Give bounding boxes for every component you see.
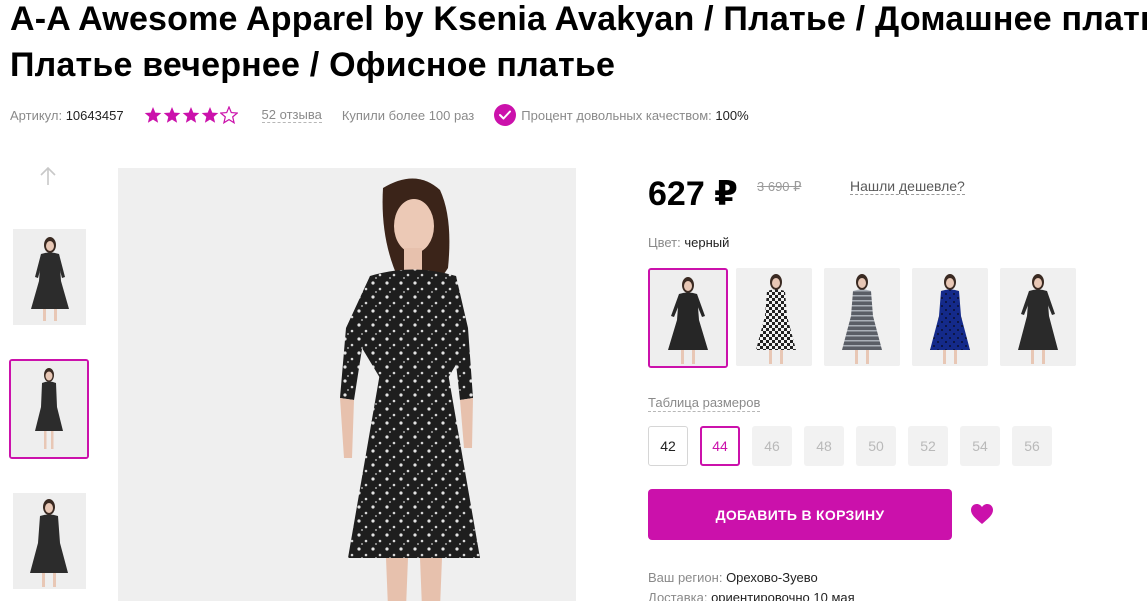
old-price: 3 690 ₽ xyxy=(757,179,802,194)
color-label: Цвет: черный xyxy=(648,235,729,250)
color-label-text: Цвет: xyxy=(648,235,681,250)
size-option-52: 52 xyxy=(908,426,948,466)
size-option-46: 46 xyxy=(752,426,792,466)
thumbnail-2[interactable] xyxy=(9,359,89,459)
size-option-48: 48 xyxy=(804,426,844,466)
article-label: Артикул: xyxy=(10,107,63,123)
bought-count: Купили более 100 раз xyxy=(341,107,475,123)
size-option-56: 56 xyxy=(1012,426,1052,466)
main-product-photo[interactable] xyxy=(118,168,576,601)
product-title-line-2: Платье вечернее / Офисное платье xyxy=(10,46,616,84)
size-option-42[interactable]: 42 xyxy=(648,426,688,466)
check-icon xyxy=(494,104,517,126)
product-title: A-A Awesome Apparel by Ksenia Avakyan / … xyxy=(10,0,1147,88)
delivery-label: Доставка: xyxy=(648,590,708,601)
thumbnail-1[interactable] xyxy=(13,229,86,325)
size-table-link[interactable]: Таблица размеров xyxy=(648,395,761,412)
rating-stars xyxy=(144,106,238,124)
color-swatches xyxy=(648,268,1076,368)
star-filled-icon xyxy=(144,106,162,124)
color-value: черный xyxy=(684,235,730,250)
found-cheaper-link[interactable]: Нашли дешевле? xyxy=(850,178,965,195)
delivery-value: ориентировочно 10 мая xyxy=(711,590,855,601)
thumbnail-3[interactable] xyxy=(13,493,86,589)
add-to-cart-button[interactable]: ДОБАВИТЬ В КОРЗИНУ xyxy=(648,489,952,540)
current-price: 627 ₽ xyxy=(648,175,738,213)
color-swatch-black[interactable] xyxy=(648,268,728,368)
product-title-line-1: A-A Awesome Apparel by Ksenia Avakyan / … xyxy=(10,0,1147,38)
size-option-54: 54 xyxy=(960,426,1000,466)
product-meta-row: Артикул: 10643457 52 отзыва Купили более… xyxy=(10,104,749,126)
star-empty-icon xyxy=(219,106,238,124)
color-swatch-black-alt[interactable] xyxy=(1000,268,1076,366)
star-filled-icon xyxy=(182,106,200,124)
arrow-up-icon[interactable] xyxy=(38,165,58,187)
quality-label: Процент довольных качеством: xyxy=(521,107,712,123)
color-swatch-blue[interactable] xyxy=(912,268,988,366)
reviews-link[interactable]: 52 отзыва xyxy=(261,107,322,123)
region-row: Ваш регион: Орехово-Зуево xyxy=(648,570,818,585)
size-options: 42 44 46 48 50 52 54 56 xyxy=(648,426,1052,466)
star-filled-icon xyxy=(163,106,181,124)
region-label: Ваш регион: xyxy=(648,570,723,585)
article-value: 10643457 xyxy=(65,107,124,123)
color-swatch-grey[interactable] xyxy=(824,268,900,366)
size-option-44[interactable]: 44 xyxy=(700,426,740,466)
quality-value: 100% xyxy=(715,107,749,123)
size-option-50: 50 xyxy=(856,426,896,466)
color-swatch-houndstooth[interactable] xyxy=(736,268,812,366)
delivery-row: Доставка: ориентировочно 10 мая xyxy=(648,590,855,601)
heart-icon[interactable] xyxy=(970,503,994,525)
region-value[interactable]: Орехово-Зуево xyxy=(726,570,818,585)
star-filled-icon xyxy=(201,106,219,124)
